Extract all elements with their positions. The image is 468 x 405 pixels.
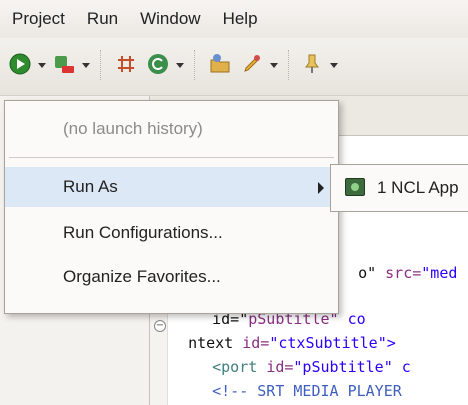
edit-icon[interactable] — [240, 52, 264, 76]
menu-item-organize-favorites[interactable]: Organize Favorites... — [5, 257, 338, 297]
edit-dropdown-arrow[interactable] — [270, 63, 278, 68]
menu-help[interactable]: Help — [223, 9, 258, 29]
open-type-icon[interactable] — [208, 52, 232, 76]
toolbar-separator — [288, 50, 290, 80]
run-dropdown-menu: (no launch history) Run As Run Configura… — [4, 100, 339, 314]
menu-run[interactable]: Run — [87, 9, 118, 29]
toolbar-separator — [194, 50, 196, 80]
debug-icon[interactable] — [52, 52, 76, 76]
fold-collapse-icon[interactable]: − — [154, 320, 166, 332]
menu-item-run-configurations[interactable]: Run Configurations... — [5, 213, 338, 253]
submenu-arrow-icon — [318, 182, 324, 194]
run-dropdown-arrow[interactable] — [38, 63, 46, 68]
toolbar-separator — [100, 50, 102, 80]
code-line: o" src="med — [358, 264, 458, 282]
debug-dropdown-arrow[interactable] — [82, 63, 90, 68]
menu-divider — [9, 157, 334, 158]
refresh-icon[interactable] — [146, 52, 170, 76]
menu-project[interactable]: Project — [12, 9, 65, 29]
pin-icon[interactable] — [300, 52, 324, 76]
pin-dropdown-arrow[interactable] — [330, 63, 338, 68]
grid-icon[interactable] — [114, 52, 138, 76]
menu-item-no-launch-history: (no launch history) — [63, 119, 203, 138]
submenu-item-ncl-app[interactable]: 1 NCL App — [377, 178, 459, 198]
ncl-app-icon — [345, 178, 365, 196]
menu-item-run-as[interactable]: Run As — [5, 167, 338, 207]
menu-bar: Project Run Window Help — [0, 0, 468, 38]
menu-item-run-as-label: Run As — [63, 177, 118, 196]
run-icon[interactable] — [8, 52, 32, 76]
run-as-submenu: 1 NCL App — [330, 164, 468, 212]
toolbar — [0, 38, 468, 96]
code-line: <!-- SRT MEDIA PLAYER — [194, 382, 402, 400]
menu-window[interactable]: Window — [140, 9, 200, 29]
refresh-dropdown-arrow[interactable] — [176, 63, 184, 68]
